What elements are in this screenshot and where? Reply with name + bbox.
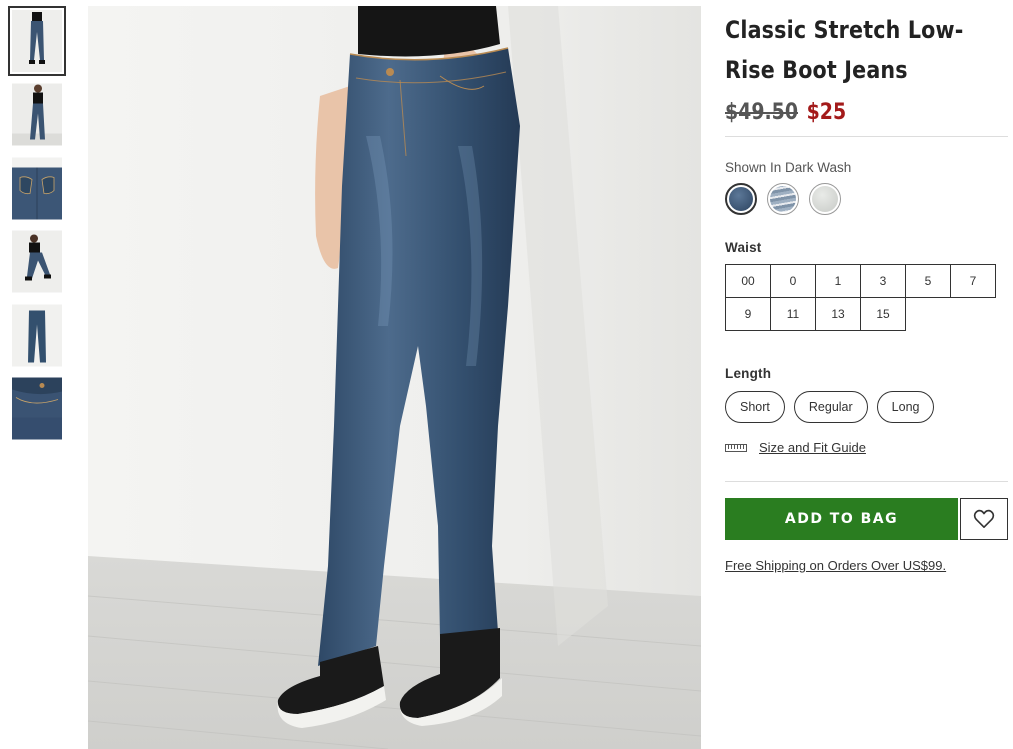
waist-size-option[interactable]: 0 — [770, 264, 816, 298]
length-option-long[interactable]: Long — [876, 391, 935, 423]
swatch-white-wash[interactable] — [809, 183, 841, 215]
main-product-image[interactable] — [88, 6, 701, 749]
swatch-fill — [729, 187, 753, 211]
free-shipping-link[interactable]: Free Shipping on Orders Over US$99. — [725, 558, 1008, 573]
swatch-fill — [770, 186, 796, 212]
waist-size-option[interactable]: 9 — [725, 297, 771, 331]
waist-size-grid: 00 0 1 3 5 7 9 11 13 15 — [725, 264, 996, 331]
color-label: Shown In Dark Wash — [725, 160, 852, 175]
divider — [725, 481, 1008, 482]
size-fit-guide-link[interactable]: Size and Fit Guide — [759, 440, 866, 455]
thumbnail-front-full[interactable] — [8, 6, 66, 76]
waist-size-option[interactable]: 15 — [860, 297, 906, 331]
waist-size-option[interactable]: 7 — [950, 264, 996, 298]
thumbnail-image — [12, 10, 62, 72]
waist-label: Waist — [725, 240, 762, 255]
length-option-regular[interactable]: Regular — [793, 391, 868, 423]
thumbnail-image — [12, 83, 62, 146]
purchase-actions: ADD TO BAG — [725, 498, 1008, 540]
waist-size-option[interactable]: 11 — [770, 297, 816, 331]
waist-size-option[interactable]: 13 — [815, 297, 861, 331]
divider — [725, 136, 1008, 137]
thumbnail-image — [12, 304, 62, 367]
length-label: Length — [725, 366, 772, 381]
swatch-dark-wash[interactable] — [725, 183, 757, 215]
size-fit-guide[interactable]: Size and Fit Guide — [725, 440, 1008, 455]
add-to-bag-button[interactable]: ADD TO BAG — [725, 498, 958, 540]
thumbnail-side-full[interactable] — [12, 83, 62, 146]
thumbnail-fabric-detail[interactable] — [12, 377, 62, 440]
original-price: $49.50 — [725, 99, 799, 125]
jeans-model-photo — [88, 6, 701, 749]
thumbnail-flat-lay[interactable] — [12, 304, 62, 367]
price-row: $49.50 $25 — [725, 94, 968, 130]
waist-size-option[interactable]: 1 — [815, 264, 861, 298]
wishlist-button[interactable] — [960, 498, 1008, 540]
color-swatches — [725, 183, 1008, 215]
waist-size-option[interactable]: 00 — [725, 264, 771, 298]
heart-icon — [973, 509, 995, 528]
sale-price: $25 — [806, 99, 847, 125]
thumbnail-image — [12, 157, 62, 220]
length-option-short[interactable]: Short — [725, 391, 785, 423]
thumbnail-back[interactable] — [12, 157, 62, 220]
waist-size-option[interactable]: 3 — [860, 264, 906, 298]
length-options: Short Regular Long — [725, 391, 1008, 423]
swatch-fill — [812, 186, 838, 212]
thumbnail-image — [12, 377, 62, 440]
swatch-light-distressed-wash[interactable] — [767, 183, 799, 215]
ruler-icon — [725, 443, 747, 452]
waist-size-option[interactable]: 5 — [905, 264, 951, 298]
product-title: Classic Stretch Low-Rise Boot Jeans — [725, 16, 964, 84]
thumbnail-image — [12, 230, 62, 293]
product-details-panel: Classic Stretch Low-Rise Boot Jeans $49.… — [725, 10, 1008, 573]
thumbnail-seated[interactable] — [12, 230, 62, 293]
